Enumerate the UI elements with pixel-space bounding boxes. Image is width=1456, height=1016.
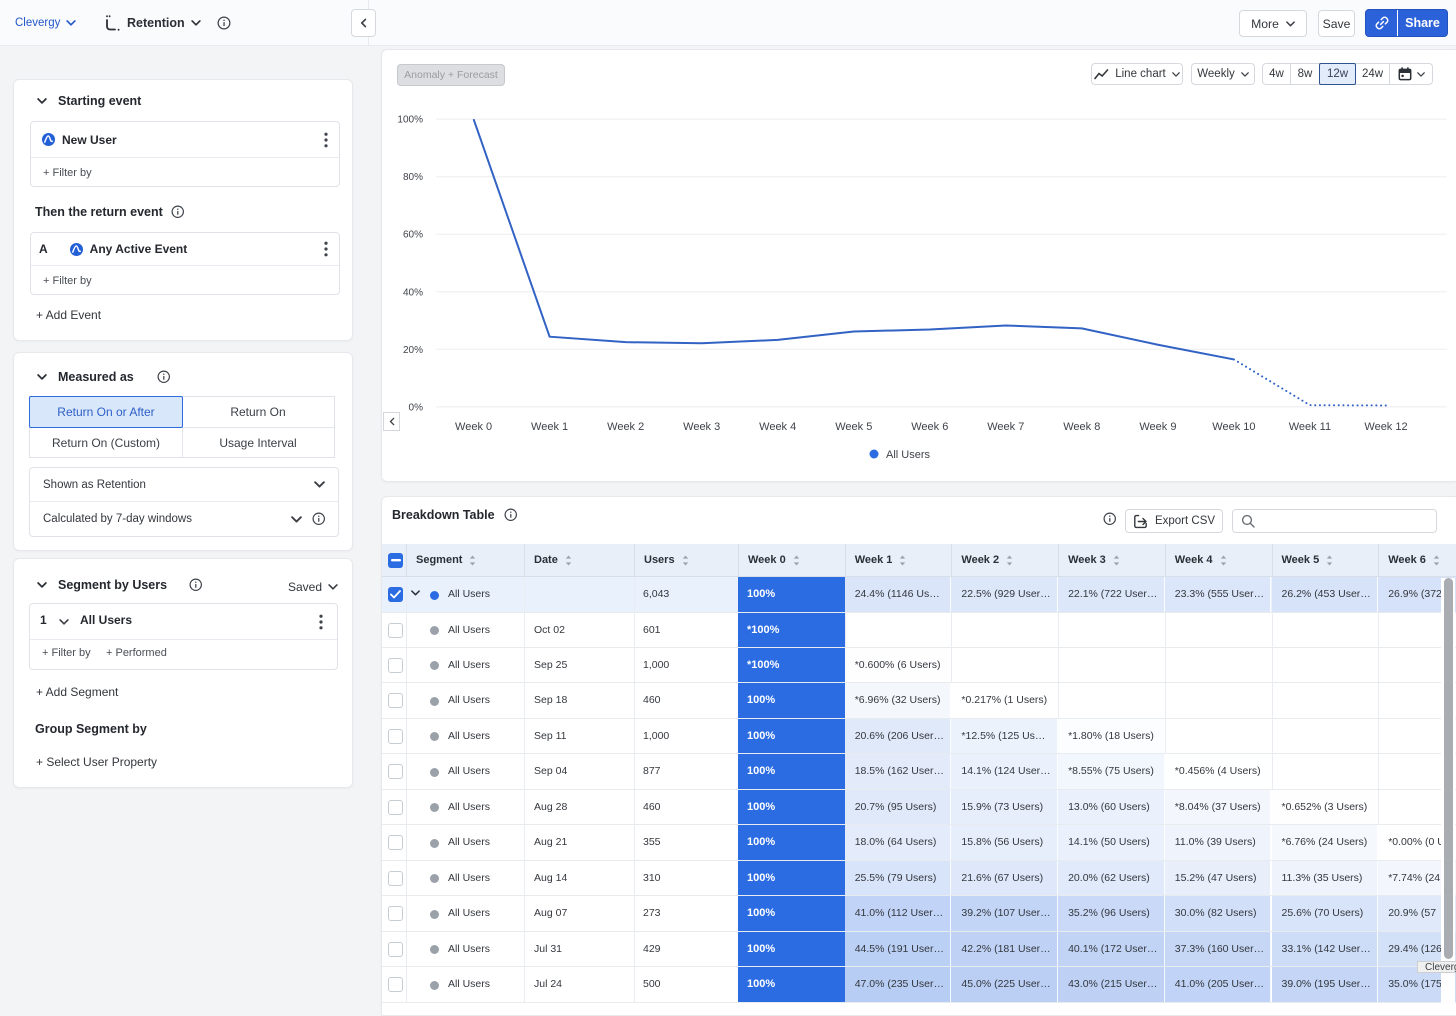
svg-text:100%: 100% [397, 115, 423, 126]
svg-text:Week 12: Week 12 [1364, 421, 1407, 433]
svg-text:Week 4: Week 4 [759, 421, 796, 433]
svg-text:0%: 0% [409, 402, 424, 413]
svg-text:Week 6: Week 6 [911, 421, 948, 433]
svg-text:Week 2: Week 2 [607, 421, 644, 433]
svg-text:All Users: All Users [886, 449, 931, 461]
svg-text:Week 1: Week 1 [531, 421, 568, 433]
svg-text:80%: 80% [403, 172, 423, 183]
svg-text:Week 8: Week 8 [1063, 421, 1100, 433]
svg-text:Week 9: Week 9 [1139, 421, 1176, 433]
svg-text:Week 7: Week 7 [987, 421, 1024, 433]
svg-text:Week 0: Week 0 [455, 421, 492, 433]
svg-text:20%: 20% [403, 345, 423, 356]
svg-text:Week 10: Week 10 [1212, 421, 1255, 433]
svg-text:Week 11: Week 11 [1289, 421, 1331, 433]
svg-text:Week 3: Week 3 [683, 421, 720, 433]
svg-text:Week 5: Week 5 [835, 421, 872, 433]
svg-text:60%: 60% [403, 230, 423, 241]
svg-text:40%: 40% [403, 287, 423, 298]
